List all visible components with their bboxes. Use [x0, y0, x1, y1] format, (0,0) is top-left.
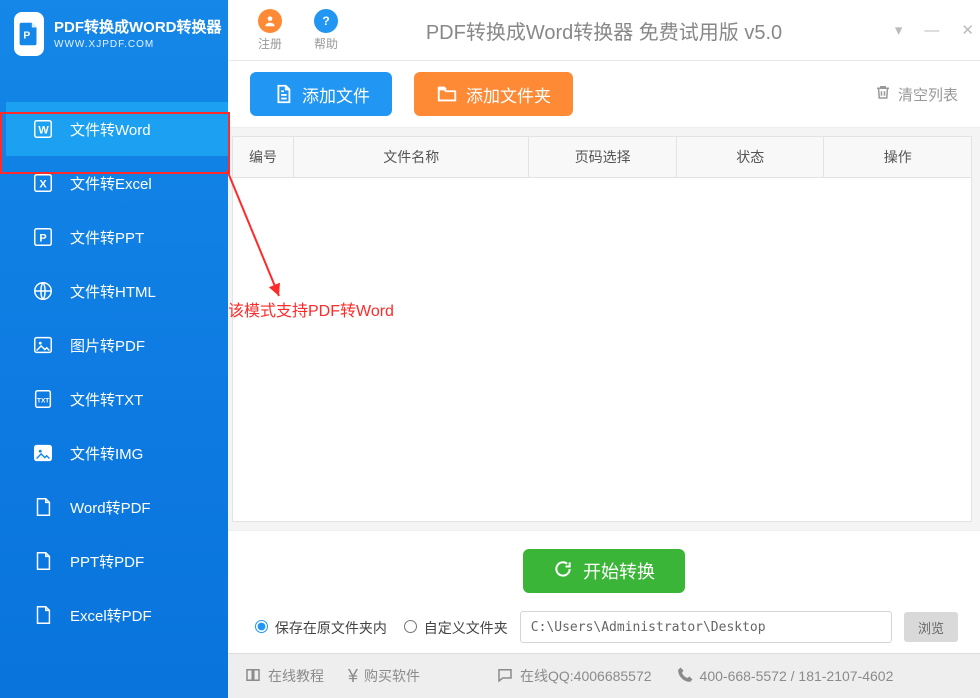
- file-table: 编号 文件名称 页码选择 状态 操作: [232, 136, 972, 522]
- save-path-input[interactable]: [520, 611, 892, 643]
- save-location-row: 保存在原文件夹内 自定义文件夹 浏览: [250, 611, 958, 643]
- img-icon: [32, 442, 54, 464]
- sidebar: P PDF转换成WORD转换器 WWW.XJPDF.COM W 文件转Word …: [0, 0, 228, 698]
- svg-text:W: W: [38, 125, 49, 137]
- sidebar-item-label: 文件转IMG: [70, 443, 143, 464]
- brand-url: WWW.XJPDF.COM: [54, 39, 222, 50]
- status-phone[interactable]: 400-668-5572 / 181-2107-4602: [676, 666, 894, 687]
- window-controls: ▾ — ✕: [895, 0, 974, 60]
- sidebar-item-word-to-pdf[interactable]: Word转PDF: [6, 480, 228, 534]
- word-icon: W: [32, 118, 54, 140]
- sidebar-item-label: 文件转HTML: [70, 281, 156, 302]
- pdf-icon: [32, 496, 54, 518]
- pdf-icon: [32, 604, 54, 626]
- sidebar-item-to-img[interactable]: 文件转IMG: [6, 426, 228, 480]
- status-tutorial-link[interactable]: 在线教程: [244, 666, 324, 687]
- close-icon[interactable]: ✕: [961, 21, 974, 39]
- sidebar-item-excel-to-pdf[interactable]: Excel转PDF: [6, 588, 228, 642]
- col-index: 编号: [233, 137, 294, 177]
- register-button[interactable]: 注册: [242, 9, 298, 52]
- sidebar-item-label: Word转PDF: [70, 497, 151, 518]
- brand-title: PDF转换成WORD转换器: [54, 19, 222, 37]
- svg-text:P: P: [23, 31, 30, 42]
- status-qq[interactable]: 在线QQ:4006685572: [496, 666, 652, 687]
- sidebar-item-label: PPT转PDF: [70, 551, 144, 572]
- svg-text:TXT: TXT: [37, 398, 49, 405]
- folder-icon: [436, 83, 458, 105]
- excel-icon: X: [32, 172, 54, 194]
- trash-icon: [874, 83, 892, 105]
- save-source-radio[interactable]: 保存在原文件夹内: [250, 617, 387, 638]
- title-bar: 注册 ? 帮助 PDF转换成Word转换器 免费试用版 v5.0 ▾ — ✕: [228, 0, 980, 61]
- brand-block: P PDF转换成WORD转换器 WWW.XJPDF.COM: [0, 0, 228, 64]
- refresh-icon: [553, 559, 573, 584]
- sidebar-item-label: 文件转TXT: [70, 389, 143, 410]
- file-icon: [272, 83, 294, 105]
- svg-text:P: P: [39, 233, 46, 245]
- col-pages: 页码选择: [529, 137, 677, 177]
- toolbar: 添加文件 添加文件夹 清空列表: [228, 61, 980, 128]
- bottom-panel: 开始转换 保存在原文件夹内 自定义文件夹 浏览: [228, 530, 980, 653]
- sidebar-item-label: 文件转Excel: [70, 173, 152, 194]
- browse-button[interactable]: 浏览: [904, 612, 958, 642]
- table-body-empty: [233, 178, 971, 521]
- sidebar-nav: W 文件转Word X 文件转Excel P 文件转PPT 文件转HTML 图片…: [0, 102, 228, 642]
- price-icon: ¥: [348, 666, 358, 687]
- clear-list-button[interactable]: 清空列表: [874, 83, 958, 105]
- status-bar: 在线教程 ¥ 购买软件 在线QQ:4006685572 400-668-5572…: [228, 653, 980, 698]
- pdf-icon: [32, 550, 54, 572]
- sidebar-item-label: 文件转PPT: [70, 227, 144, 248]
- brand-logo-icon: P: [14, 12, 44, 56]
- table-header: 编号 文件名称 页码选择 状态 操作: [233, 137, 971, 178]
- window-menu-icon[interactable]: ▾: [895, 21, 903, 39]
- sidebar-item-to-ppt[interactable]: P 文件转PPT: [6, 210, 228, 264]
- sidebar-item-to-txt[interactable]: TXT 文件转TXT: [6, 372, 228, 426]
- sidebar-item-label: Excel转PDF: [70, 605, 152, 626]
- sidebar-item-to-word[interactable]: W 文件转Word: [6, 102, 228, 156]
- add-file-button[interactable]: 添加文件: [250, 72, 392, 116]
- html-icon: [32, 280, 54, 302]
- sidebar-item-label: 文件转Word: [70, 119, 151, 140]
- ppt-icon: P: [32, 226, 54, 248]
- sidebar-item-ppt-to-pdf[interactable]: PPT转PDF: [6, 534, 228, 588]
- user-icon: [258, 9, 282, 33]
- add-folder-button[interactable]: 添加文件夹: [414, 72, 573, 116]
- book-icon: [244, 666, 262, 687]
- help-icon: ?: [314, 9, 338, 33]
- phone-icon: [676, 666, 694, 687]
- svg-text:X: X: [39, 179, 47, 191]
- start-convert-button[interactable]: 开始转换: [523, 549, 685, 593]
- main-pane: 注册 ? 帮助 PDF转换成Word转换器 免费试用版 v5.0 ▾ — ✕ 添…: [228, 0, 980, 698]
- status-buy-link[interactable]: ¥ 购买软件: [348, 666, 420, 687]
- col-name: 文件名称: [294, 137, 529, 177]
- save-custom-radio[interactable]: 自定义文件夹: [399, 617, 508, 638]
- sidebar-item-label: 图片转PDF: [70, 335, 145, 356]
- minimize-icon[interactable]: —: [924, 22, 939, 39]
- col-status: 状态: [677, 137, 825, 177]
- app-window: P PDF转换成WORD转换器 WWW.XJPDF.COM W 文件转Word …: [0, 0, 980, 698]
- txt-icon: TXT: [32, 388, 54, 410]
- sidebar-item-to-html[interactable]: 文件转HTML: [6, 264, 228, 318]
- help-button[interactable]: ? 帮助: [298, 9, 354, 52]
- image-icon: [32, 334, 54, 356]
- sidebar-item-to-excel[interactable]: X 文件转Excel: [6, 156, 228, 210]
- chat-icon: [496, 666, 514, 687]
- sidebar-item-img-to-pdf[interactable]: 图片转PDF: [6, 318, 228, 372]
- col-action: 操作: [824, 137, 971, 177]
